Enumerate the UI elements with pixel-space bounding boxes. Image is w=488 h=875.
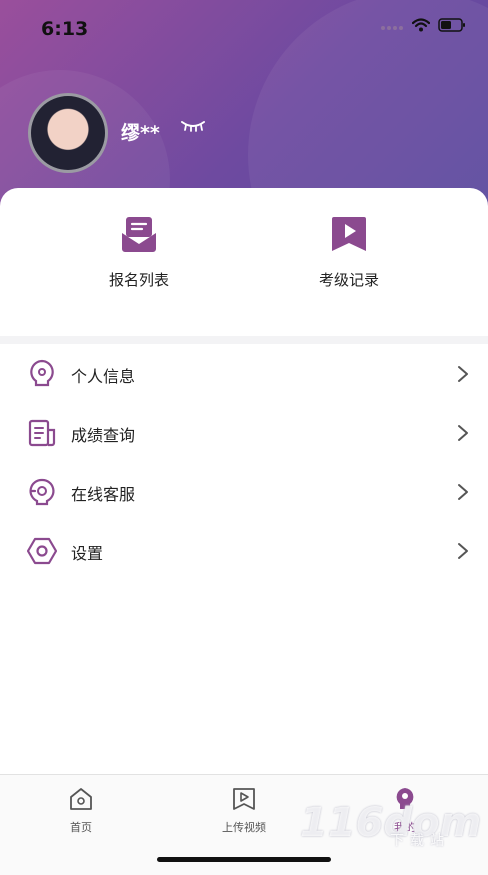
menu-item-personal-info[interactable]: 个人信息 <box>0 344 488 403</box>
menu-label: 个人信息 <box>71 367 136 386</box>
envelope-icon <box>122 217 156 252</box>
watermark-subtext: 下载站 <box>390 833 450 849</box>
chevron-right-icon <box>458 543 468 559</box>
settings-menu: 个人信息 成绩查询 在线客服 设置 <box>0 344 488 580</box>
signal-icon <box>381 26 403 30</box>
chevron-right-icon <box>458 425 468 441</box>
tab-upload-video[interactable]: 上传视频 <box>194 785 294 835</box>
username: 缪** <box>121 122 160 144</box>
quick-actions-panel: 报名列表 考级记录 <box>0 188 488 336</box>
headset-icon <box>29 478 55 506</box>
menu-label: 成绩查询 <box>71 426 136 445</box>
status-bar: 6:13 <box>0 0 488 60</box>
menu-item-settings[interactable]: 设置 <box>0 521 488 580</box>
section-divider <box>0 336 488 344</box>
upload-video-icon <box>233 788 255 810</box>
chevron-right-icon <box>458 484 468 500</box>
chevron-right-icon <box>458 366 468 382</box>
home-indicator[interactable] <box>157 857 331 862</box>
status-icons <box>380 18 466 32</box>
document-icon <box>28 419 56 447</box>
lightbulb-icon <box>30 359 54 387</box>
home-icon <box>70 788 92 810</box>
eye-closed-icon[interactable] <box>180 118 206 132</box>
menu-item-online-support[interactable]: 在线客服 <box>0 462 488 521</box>
registration-list-label: 报名列表 <box>108 271 169 289</box>
avatar[interactable] <box>28 93 108 173</box>
settings-icon <box>27 537 57 565</box>
status-time: 6:13 <box>41 18 89 40</box>
exam-record-button[interactable]: 考级记录 <box>289 215 409 290</box>
battery-icon <box>438 18 465 32</box>
menu-item-score-query[interactable]: 成绩查询 <box>0 403 488 462</box>
registration-list-button[interactable]: 报名列表 <box>79 215 199 290</box>
tab-home[interactable]: 首页 <box>31 785 131 835</box>
tab-label: 上传视频 <box>222 821 266 834</box>
tab-label: 首页 <box>70 821 92 834</box>
play-icon <box>332 217 366 251</box>
wifi-icon <box>412 18 430 32</box>
menu-label: 在线客服 <box>71 485 136 504</box>
exam-record-label: 考级记录 <box>318 271 379 289</box>
menu-label: 设置 <box>71 544 104 563</box>
